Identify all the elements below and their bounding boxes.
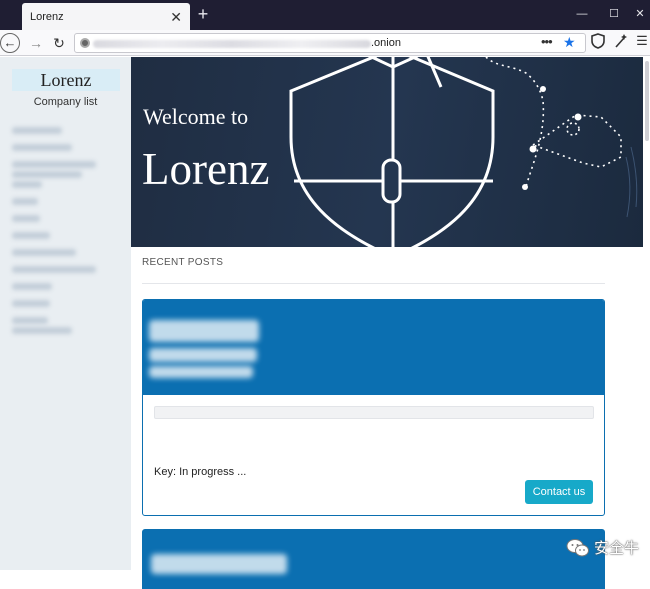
sidebar: Lorenz Company list xyxy=(0,57,131,570)
blurred-company-item[interactable] xyxy=(12,198,38,205)
blurred-company-item[interactable] xyxy=(12,215,40,222)
post-card-header xyxy=(143,300,604,395)
scrollbar-thumb[interactable] xyxy=(645,61,649,141)
blurred-company-item[interactable] xyxy=(12,266,96,273)
page-actions-menu-icon[interactable]: ••• xyxy=(541,34,553,49)
wechat-icon xyxy=(566,538,589,556)
magic-wand-icon[interactable] xyxy=(611,33,631,52)
site-info-icon[interactable] xyxy=(80,38,90,48)
tab-close-icon[interactable]: ✕ xyxy=(170,10,182,24)
bookmark-star-icon[interactable]: ★ xyxy=(563,34,576,51)
browser-tab[interactable]: Lorenz ✕ xyxy=(22,3,190,30)
sidebar-subtitle: Company list xyxy=(33,96,98,108)
section-divider xyxy=(142,283,605,284)
blurred-company-item[interactable] xyxy=(12,249,76,256)
hamburger-menu-icon[interactable]: ☰ xyxy=(632,33,650,49)
blurred-company-name xyxy=(149,320,259,342)
blurred-company-item[interactable] xyxy=(12,161,96,168)
back-arrow-icon[interactable]: ← xyxy=(0,33,20,53)
address-bar[interactable]: .onion ••• ★ xyxy=(74,33,586,53)
page-scrollbar[interactable] xyxy=(643,57,650,570)
watermark: 安全牛 xyxy=(566,537,639,558)
forward-arrow-icon[interactable]: → xyxy=(25,32,47,54)
blurred-company-item[interactable] xyxy=(12,127,62,134)
recent-posts-heading: RECENT POSTS xyxy=(142,257,224,268)
key-status-text: Key: In progress ... xyxy=(154,466,247,478)
blurred-company-item[interactable] xyxy=(12,317,48,324)
contact-us-button[interactable]: Contact us xyxy=(525,480,593,504)
blurred-company-item[interactable] xyxy=(12,144,72,151)
post-card: Key: In progress ... Contact us xyxy=(142,299,605,516)
minimize-button[interactable]: — xyxy=(572,6,592,22)
reload-icon[interactable]: ↻ xyxy=(48,32,70,54)
blurred-company-item[interactable] xyxy=(12,181,42,188)
blurred-company-item[interactable] xyxy=(12,232,50,239)
shield-icon[interactable] xyxy=(588,33,608,52)
blurred-company-detail xyxy=(149,348,257,362)
blurred-company-item[interactable] xyxy=(12,283,52,290)
hero-brand-text: Lorenz xyxy=(142,144,270,194)
web-page: Lorenz Company list Welcome to Lorenz RE… xyxy=(0,57,650,589)
hero-banner: Welcome to Lorenz xyxy=(131,57,644,247)
blurred-company-name xyxy=(151,554,287,574)
maximize-button[interactable]: ☐ xyxy=(604,6,624,22)
browser-tab-bar: Lorenz ✕ + — ☐ ✕ xyxy=(0,0,650,30)
blurred-company-item[interactable] xyxy=(12,327,72,334)
blurred-url xyxy=(93,40,371,48)
progress-bar xyxy=(154,406,594,419)
blurred-company-item[interactable] xyxy=(12,300,50,307)
blurred-company-detail xyxy=(149,366,253,378)
watermark-text: 安全牛 xyxy=(594,540,640,557)
close-window-button[interactable]: ✕ xyxy=(630,6,650,22)
sidebar-title[interactable]: Lorenz xyxy=(12,69,120,91)
blurred-company-item[interactable] xyxy=(12,171,82,178)
post-card xyxy=(142,529,605,589)
tab-title: Lorenz xyxy=(30,10,64,23)
new-tab-button[interactable]: + xyxy=(194,4,212,24)
url-text: .onion xyxy=(371,37,401,49)
browser-nav-bar: ← → ↻ .onion ••• ★ ☰ xyxy=(0,30,650,56)
hero-welcome-text: Welcome to xyxy=(143,104,249,129)
